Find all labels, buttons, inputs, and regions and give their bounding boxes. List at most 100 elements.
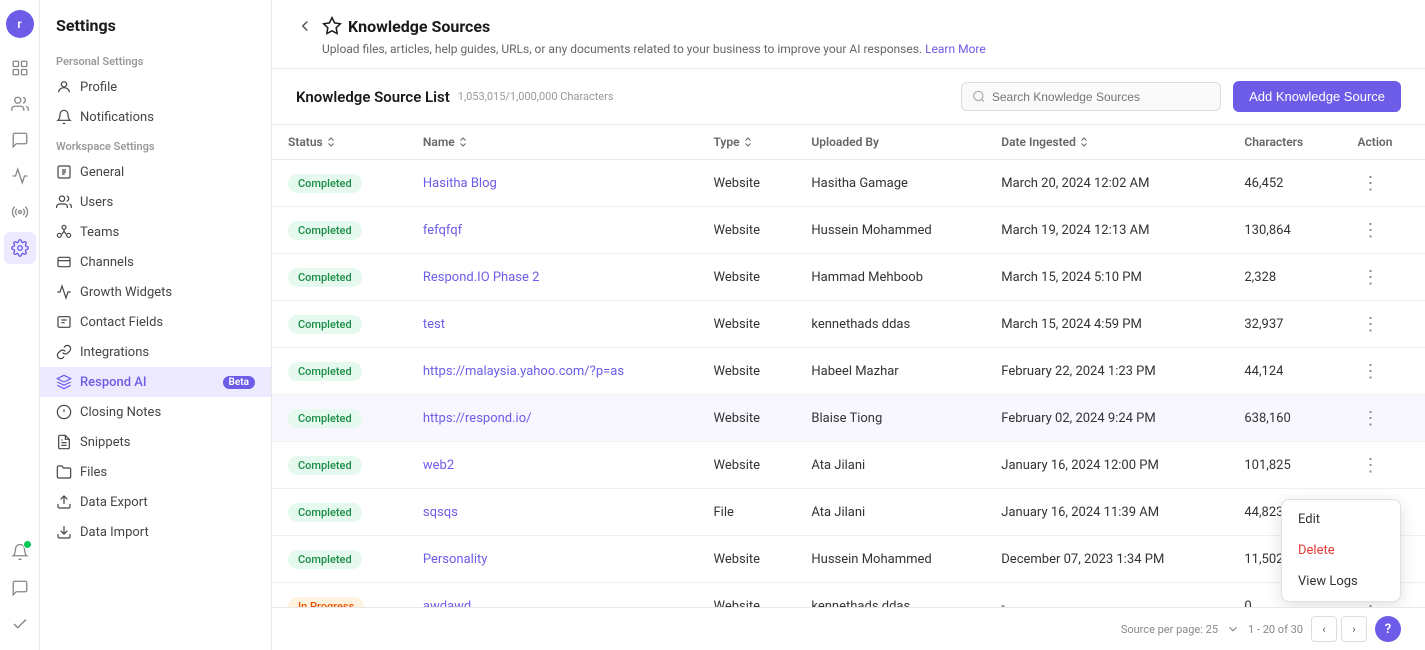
type-cell: Website [697,301,795,348]
action-menu-button[interactable]: ⋮ [1358,264,1384,290]
sidebar-item-closing-notes[interactable]: Closing Notes [40,397,271,427]
sidebar-item-contact-fields[interactable]: Contact Fields [40,307,271,337]
search-input[interactable] [992,90,1210,104]
avatar[interactable]: r [6,10,34,38]
sidebar-item-notifications[interactable]: Notifications [40,102,271,132]
uploaded-by-cell: Ata Jilani [795,442,985,489]
status-cell: Completed [272,348,407,395]
uploaded-by-cell: Hammad Mehboob [795,254,985,301]
sidebar-item-snippets[interactable]: Snippets [40,427,271,457]
action-menu-button[interactable]: ⋮ [1358,311,1384,337]
name-cell: web2 [407,442,698,489]
name-link[interactable]: test [423,317,445,332]
date-ingested-cell: March 15, 2024 4:59 PM [985,301,1228,348]
add-knowledge-source-button[interactable]: Add Knowledge Source [1233,81,1401,112]
status-badge: Completed [288,409,362,428]
icon-bar-notifications[interactable] [4,536,36,568]
name-link[interactable]: https://respond.io/ [423,411,532,426]
table-row: Completed Hasitha Blog Website Hasitha G… [272,160,1425,207]
action-menu-button[interactable]: ⋮ [1358,217,1384,243]
workspace-settings-label: Workspace Settings [40,132,271,157]
type-sort[interactable]: Type [713,135,753,149]
next-page-button[interactable]: › [1341,616,1367,642]
name-link[interactable]: web2 [423,458,454,473]
icon-bar-check[interactable] [4,608,36,640]
col-uploaded-by: Uploaded By [795,125,985,160]
action-menu-button[interactable]: ⋮ [1358,405,1384,431]
date-sort[interactable]: Date Ingested [1001,135,1090,149]
table-container: Status Name Type [272,125,1425,607]
name-link[interactable]: https://malaysia.yahoo.com/?p=as [423,364,624,379]
type-cell: Website [697,395,795,442]
status-badge: Completed [288,503,362,522]
date-ingested-cell: February 02, 2024 9:24 PM [985,395,1228,442]
sidebar-item-files[interactable]: Files [40,457,271,487]
sidebar-item-channels[interactable]: Channels [40,247,271,277]
name-link[interactable]: sqsqs [423,505,458,520]
icon-bar-chat[interactable] [4,572,36,604]
icon-bar-inbox[interactable] [4,124,36,156]
date-ingested-cell: March 20, 2024 12:02 AM [985,160,1228,207]
name-link[interactable]: Hasitha Blog [423,176,497,191]
icon-bar-dashboard[interactable] [4,52,36,84]
characters-cell: 130,864 [1228,207,1341,254]
col-status: Status [272,125,407,160]
learn-more-link[interactable]: Learn More [925,42,986,56]
action-menu-button[interactable]: ⋮ [1358,358,1384,384]
date-ingested-cell: March 19, 2024 12:13 AM [985,207,1228,254]
prev-page-button[interactable]: ‹ [1311,616,1337,642]
action-dropdown-menu: Edit Delete View Logs [1281,499,1401,602]
icon-bar-settings[interactable] [4,232,36,264]
icon-bar-broadcast[interactable] [4,196,36,228]
name-link[interactable]: Personality [423,552,488,567]
status-cell: Completed [272,301,407,348]
date-ingested-cell: January 16, 2024 12:00 PM [985,442,1228,489]
name-sort[interactable]: Name [423,135,469,149]
back-button[interactable] [296,17,314,35]
status-sort[interactable]: Status [288,135,337,149]
date-ingested-cell: January 16, 2024 11:39 AM [985,489,1228,536]
sidebar: Settings Personal Settings Profile Notif… [40,0,272,650]
sidebar-item-data-import[interactable]: Data Import [40,517,271,547]
date-ingested-cell: December 07, 2023 1:34 PM [985,536,1228,583]
help-button[interactable]: ? [1375,616,1401,642]
sidebar-item-general[interactable]: General [40,157,271,187]
characters-cell: 46,452 [1228,160,1341,207]
sidebar-item-growth-widgets[interactable]: Growth Widgets [40,277,271,307]
rows-chevron-icon[interactable] [1226,622,1240,636]
action-menu-button[interactable]: ⋮ [1358,170,1384,196]
table-row: Completed web2 Website Ata Jilani Januar… [272,442,1425,489]
pagination-info: 1 - 20 of 30 [1248,623,1303,636]
col-type: Type [697,125,795,160]
status-cell: Completed [272,489,407,536]
action-menu-button[interactable]: ⋮ [1358,452,1384,478]
icon-bar-reports[interactable] [4,160,36,192]
sidebar-item-integrations[interactable]: Integrations [40,337,271,367]
dropdown-delete[interactable]: Delete [1282,535,1400,566]
name-cell: Hasitha Blog [407,160,698,207]
dropdown-view-logs[interactable]: View Logs [1282,566,1400,597]
sidebar-item-respond-ai[interactable]: Respond AI Beta [40,367,271,397]
personal-settings-label: Personal Settings [40,47,271,72]
icon-bar-contacts[interactable] [4,88,36,120]
dropdown-edit[interactable]: Edit [1282,504,1400,535]
name-link[interactable]: awdawd [423,599,471,608]
type-cell: Website [697,536,795,583]
uploaded-by-cell: kennethads ddas [795,583,985,608]
name-link[interactable]: fefqfqf [423,223,462,238]
date-ingested-cell: February 22, 2024 1:23 PM [985,348,1228,395]
sidebar-title: Settings [40,16,271,47]
table-row: Completed fefqfqf Website Hussein Mohamm… [272,207,1425,254]
name-cell: Personality [407,536,698,583]
type-cell: Website [697,160,795,207]
sidebar-item-teams[interactable]: Teams [40,217,271,247]
table-row: In Progress awdawd Website kennethads dd… [272,583,1425,608]
characters-cell: 101,825 [1228,442,1341,489]
sidebar-item-data-export[interactable]: Data Export [40,487,271,517]
status-badge: Completed [288,174,362,193]
name-link[interactable]: Respond.IO Phase 2 [423,270,540,285]
sidebar-item-profile[interactable]: Profile [40,72,271,102]
table-row: Completed https://respond.io/ Website Bl… [272,395,1425,442]
col-action: Action [1342,125,1425,160]
sidebar-item-users[interactable]: Users [40,187,271,217]
